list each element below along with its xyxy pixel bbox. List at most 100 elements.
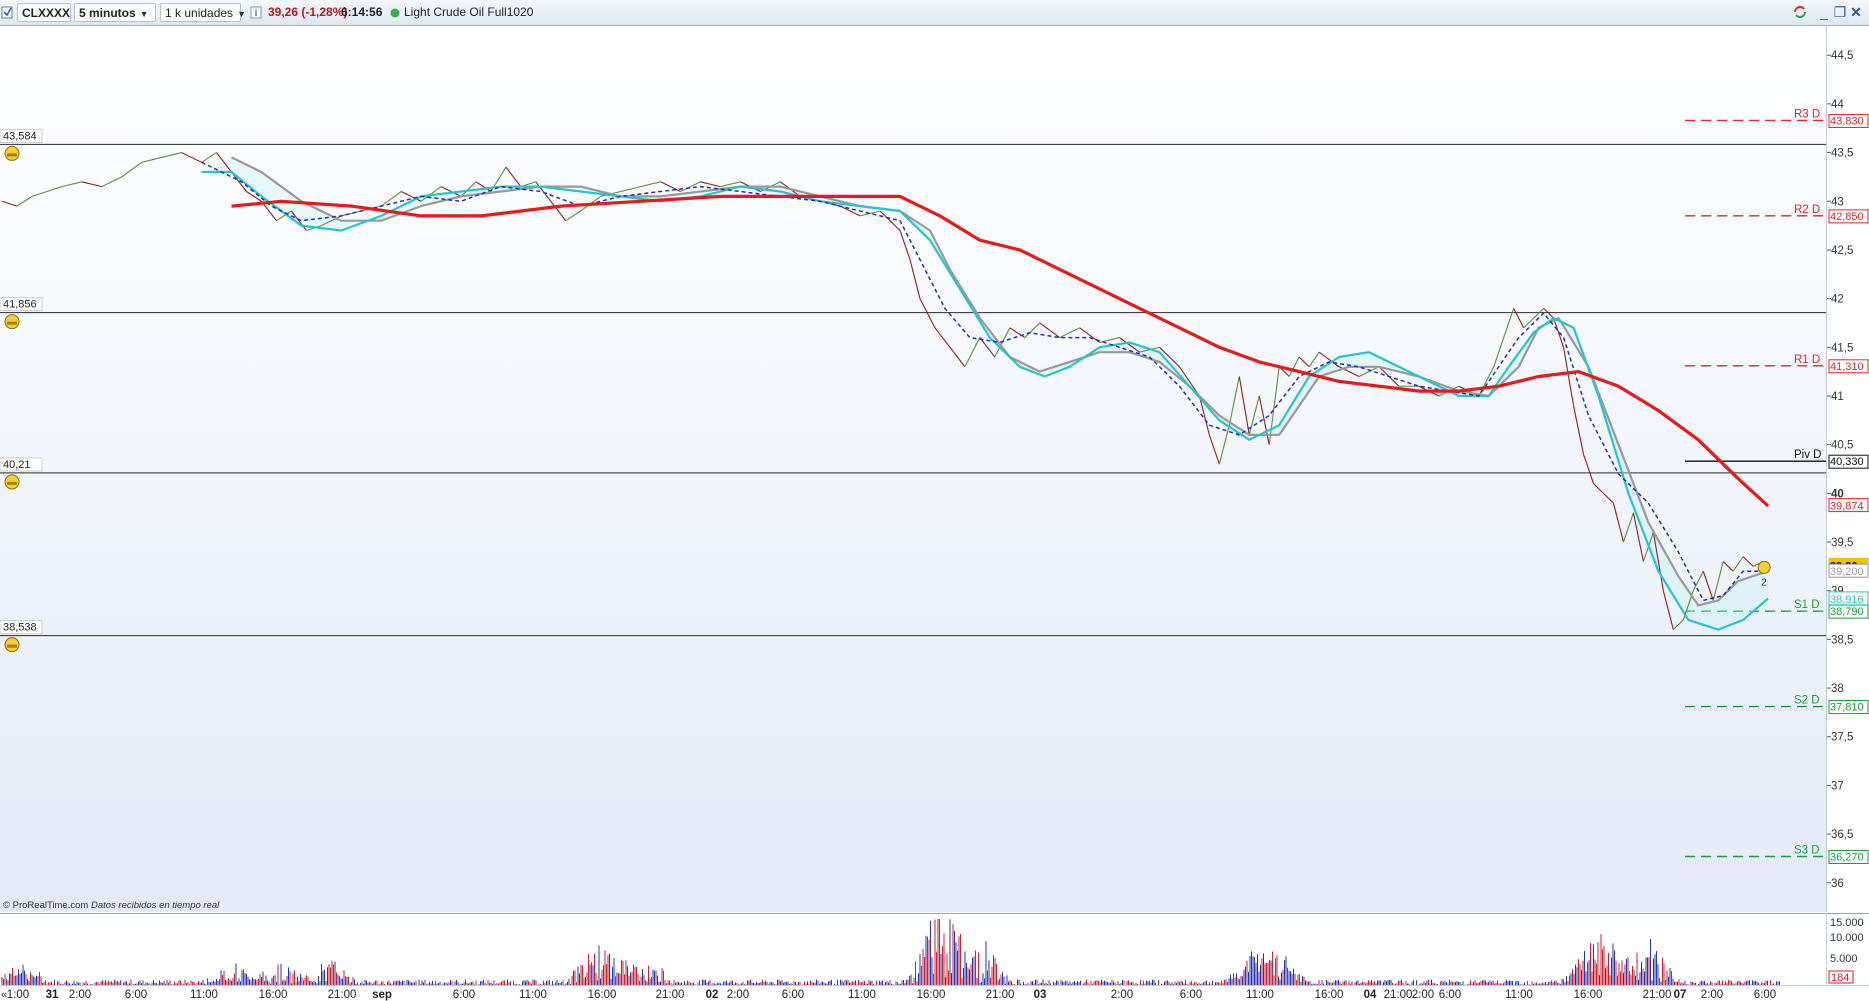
price-pane[interactable]: 43,584 41,856 40,21 38,538 R3 D R2 D R1 D Piv D… <box>0 26 1826 912</box>
price-segment <box>1622 512 1634 543</box>
volume-axis-labels: 15.000 10.000 5.000 184 <box>1828 917 1864 984</box>
price-segment <box>31 190 48 197</box>
price-segment <box>61 181 82 188</box>
pivot-name: R2 D <box>1794 204 1820 216</box>
price-segment <box>1692 570 1704 591</box>
price-level-label: 41,856 <box>3 299 37 311</box>
pivot-name: R3 D <box>1794 108 1820 120</box>
price-level-label: 38,538 <box>3 622 37 634</box>
units-label: 1 k unidades <box>165 6 234 20</box>
alert-bell-icon <box>4 314 20 330</box>
data-credit: © ProRealTime.com Datos recibidos en tie… <box>3 900 219 911</box>
info-icon[interactable] <box>249 3 263 22</box>
price-segment <box>1603 492 1614 504</box>
time-tick-label: 16:00 <box>1574 989 1603 1001</box>
price-segment <box>700 181 721 188</box>
time-tick-label: 21:00 <box>1384 989 1413 1001</box>
price-tick-label: 36 <box>1831 878 1844 890</box>
price-segment <box>1593 483 1604 494</box>
price-tick-label: 38,5 <box>1831 634 1853 646</box>
price-segment <box>1573 405 1585 455</box>
price-tick-label: 43,5 <box>1831 148 1853 160</box>
time-tick-label: 02 <box>706 989 719 1001</box>
price-segment <box>964 337 981 368</box>
bell-body <box>1757 560 1771 574</box>
price-segment <box>680 181 701 193</box>
price-segment <box>1732 556 1744 572</box>
units-selector[interactable]: 1 k unidades ▼ <box>160 3 246 22</box>
series-line-ma-mid <box>231 156 1769 607</box>
price-axis[interactable]: 43,830 42,850 41,310 40,330 38,790 37,810 36,2… <box>1826 26 1869 912</box>
price-segment <box>1612 502 1624 543</box>
symbol-selector[interactable]: CLXXXX▼ <box>17 3 83 22</box>
price-segment <box>879 210 901 231</box>
price-segment <box>121 161 143 178</box>
series-line-ma-long <box>231 194 1770 508</box>
clock-time: 6:14:56 <box>341 5 383 19</box>
price-segment <box>1288 356 1300 377</box>
price-segment <box>1523 317 1535 329</box>
time-tick-label: 21:00 <box>986 989 1015 1001</box>
price-tick-label: 44,5 <box>1831 50 1853 62</box>
bell-rim <box>7 481 17 485</box>
time-tick-label: 07 <box>1674 989 1687 1001</box>
price-segment <box>1208 434 1220 465</box>
pivot-name: S2 D <box>1794 695 1820 707</box>
checkbox-icon[interactable] <box>0 3 14 22</box>
price-segment <box>1298 356 1310 368</box>
price-segment <box>1099 337 1120 343</box>
pivot-value-label: 41,310 <box>1830 361 1864 373</box>
time-tick-label: 11:00 <box>1246 989 1274 1001</box>
price-segment <box>341 210 362 217</box>
price-segment <box>899 230 911 260</box>
time-axis[interactable]: «1:00 31 2:00 6:00 11:00 16:00 21:00 sep 6:00 11:… <box>0 985 1869 1001</box>
price-segment <box>1308 351 1320 368</box>
time-tick-label: 11:00 <box>190 989 218 1001</box>
instrument-name: Light Crude Oil Full1020 <box>404 5 534 19</box>
price-segment <box>949 346 966 368</box>
price-tick-label: 37,5 <box>1831 732 1853 744</box>
time-tick-label: 6:00 <box>453 989 475 1001</box>
chart-toolbar: CLXXXX▼ 5 minutos▼ 1 k unidades▼ 39,26 (… <box>0 0 1869 26</box>
price-segment <box>1248 395 1260 436</box>
time-tick-label: 6:00 <box>782 989 804 1001</box>
restore-icon[interactable]: ❐ <box>1832 4 1848 20</box>
volume-axis: 15.000 10.000 5.000 184 <box>1826 913 1869 986</box>
close-icon[interactable]: ✕ <box>1848 4 1864 20</box>
price-segment <box>550 200 567 222</box>
price-segment <box>46 186 63 193</box>
chart-area[interactable]: 43,584 41,856 40,21 38,538 R3 D R2 D R1 D Piv D… <box>0 26 1869 1001</box>
price-segment <box>1024 322 1041 338</box>
time-tick-label: 11:00 <box>848 989 876 1001</box>
timeframe-selector[interactable]: 5 minutos ▼ <box>74 3 156 22</box>
pivot-value-label: 43,830 <box>1830 115 1864 127</box>
price-tick-label: 39,5 <box>1831 537 1853 549</box>
indicator-value-label: 38,916 <box>1830 594 1864 606</box>
chevron-down-icon: ▼ <box>237 9 246 19</box>
price-segment <box>1228 376 1240 426</box>
price-tick-label: 40,5 <box>1831 440 1853 452</box>
minimize-icon[interactable]: _ <box>1816 4 1832 20</box>
refresh-icon[interactable] <box>1792 4 1808 20</box>
alert-count: 2 <box>1761 577 1767 588</box>
series-line-ma-dash <box>201 161 1769 602</box>
price-segment <box>660 181 681 193</box>
price-segment <box>1722 561 1734 572</box>
price-segment <box>1563 347 1575 406</box>
volume-tick-label: 10.000 <box>1830 932 1864 944</box>
price-tick-label: 37 <box>1831 780 1844 792</box>
price-segment <box>1702 571 1714 601</box>
price-level-label: 40,21 <box>3 459 31 471</box>
volume-tick-label: 15.000 <box>1830 917 1864 929</box>
alert-bell-icon <box>4 145 20 161</box>
price-tick-label: 41 <box>1831 391 1844 403</box>
price-segment <box>1543 307 1554 319</box>
volume-pane <box>0 913 1826 986</box>
price-segment <box>1583 454 1595 484</box>
price-level-label: 43,584 <box>3 130 37 142</box>
timeframe-label: 5 minutos <box>79 6 136 20</box>
alert-bell-icon <box>4 637 20 653</box>
price-segment <box>859 210 881 217</box>
price-segment <box>400 191 422 202</box>
price-segment <box>1513 308 1525 329</box>
